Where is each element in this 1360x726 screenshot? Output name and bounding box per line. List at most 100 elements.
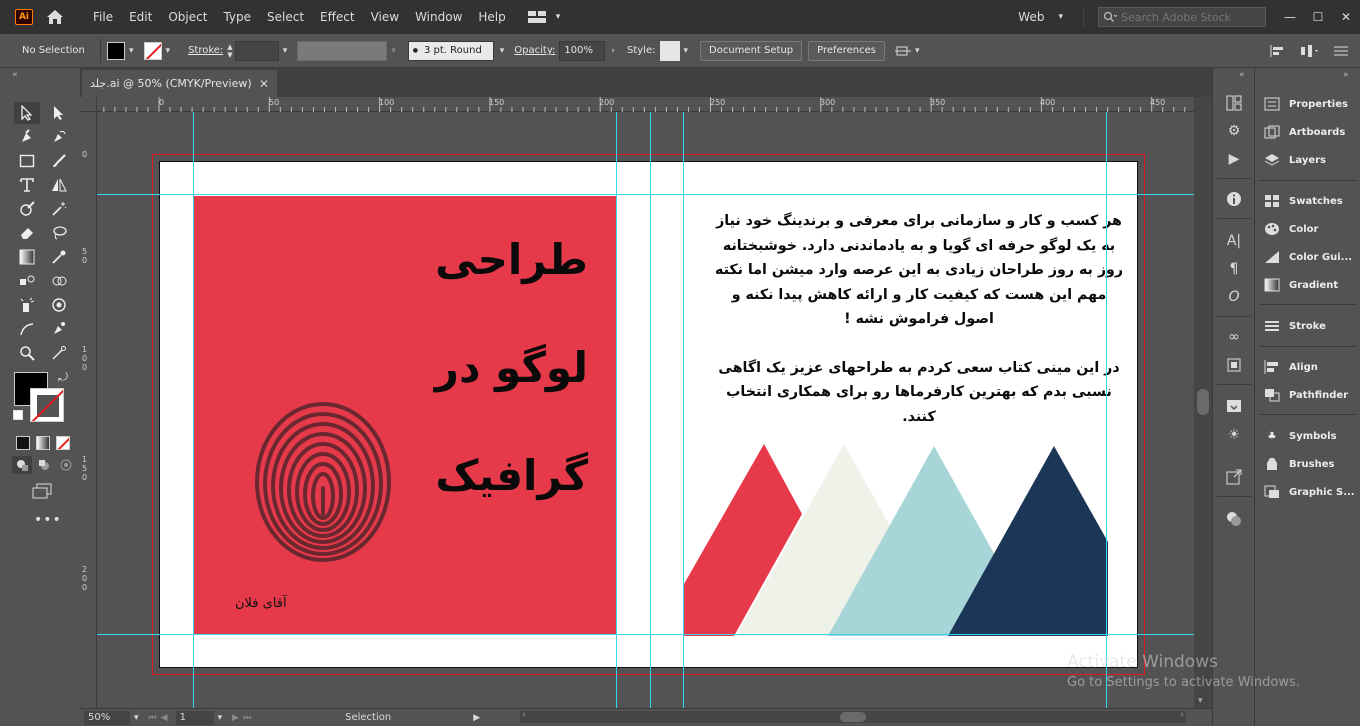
swap-fill-stroke-icon[interactable]: ⤾ — [58, 370, 68, 385]
eyedropper-alt-tool[interactable] — [46, 342, 72, 364]
scroll-right-icon[interactable]: › — [1180, 710, 1184, 720]
close-tab-icon[interactable]: ✕ — [259, 77, 269, 91]
opentype-icon[interactable]: O — [1223, 286, 1245, 308]
guide-vertical[interactable] — [1106, 112, 1107, 708]
color-mode-button[interactable] — [16, 436, 30, 450]
document-tab[interactable]: جلد.ai @ 50% (CMYK/Preview) ✕ — [82, 70, 277, 97]
panel-symbols[interactable]: ♣ Symbols — [1263, 426, 1337, 446]
document-setup-button[interactable]: Document Setup — [700, 40, 803, 61]
eraser-tool[interactable] — [14, 222, 40, 244]
puppet-warp-tool[interactable] — [46, 318, 72, 340]
panel-graphic-styles[interactable]: Graphic S... — [1263, 482, 1355, 502]
menu-object[interactable]: Object — [160, 0, 215, 34]
curvature-tool[interactable] — [46, 126, 72, 148]
more-tools-icon[interactable]: ••• — [34, 512, 62, 528]
shape-builder-tool[interactable] — [46, 270, 72, 292]
stroke-stepper[interactable]: ▲ ▼ — [227, 43, 232, 59]
scroll-thumb[interactable] — [840, 712, 866, 722]
width-tool[interactable] — [14, 318, 40, 340]
panel-gradient[interactable]: Gradient — [1263, 275, 1338, 295]
horizontal-ruler[interactable]: 0 50 100 150 200 250 300 350 400 450 — [97, 97, 1194, 112]
menu-type[interactable]: Type — [215, 0, 259, 34]
guide-horizontal[interactable] — [97, 194, 1194, 195]
reflect-tool[interactable] — [46, 174, 72, 196]
minimize-button[interactable]: — — [1276, 7, 1304, 27]
stroke-label[interactable]: Stroke: — [188, 45, 223, 56]
libraries-icon[interactable] — [1223, 92, 1245, 114]
chevron-down-icon[interactable]: ▾ — [129, 46, 134, 56]
character-icon[interactable]: A| — [1223, 230, 1245, 252]
asset-export-icon[interactable] — [1223, 394, 1245, 416]
shaper-tool[interactable] — [14, 198, 40, 220]
draw-normal-button[interactable] — [12, 456, 32, 474]
collapse-toolbar-icon[interactable]: « — [12, 70, 18, 80]
menu-help[interactable]: Help — [470, 0, 513, 34]
adobe-stock-search[interactable] — [1098, 7, 1266, 27]
image-trace-icon[interactable] — [1223, 354, 1245, 376]
author-name[interactable]: آقای فلان — [235, 596, 287, 611]
canvas[interactable]: طراحی لوگو در گرافیک آقای فلان هر کسب و … — [97, 112, 1194, 708]
panel-layers[interactable]: Layers — [1263, 150, 1326, 170]
screen-mode-button[interactable] — [30, 480, 56, 502]
vertical-ruler[interactable]: 0 5 0 1 0 0 1 5 0 2 0 0 — [80, 112, 97, 708]
search-input[interactable] — [1121, 10, 1261, 24]
gradient-tool[interactable] — [14, 246, 40, 268]
scroll-down-icon[interactable]: ▾ — [1198, 696, 1203, 706]
chevron-down-icon[interactable]: ▾ — [166, 46, 171, 56]
ruler-origin[interactable] — [80, 97, 97, 112]
menu-effect[interactable]: Effect — [312, 0, 363, 34]
distribute-icon[interactable] — [1300, 44, 1320, 58]
chevron-down-icon[interactable]: ▾ — [283, 46, 288, 56]
menu-select[interactable]: Select — [259, 0, 312, 34]
links-icon[interactable]: ∞ — [1223, 326, 1245, 348]
graphic-style-swatch[interactable] — [659, 40, 680, 61]
draw-inside-button[interactable] — [56, 456, 76, 474]
paragraph-icon[interactable]: ¶ — [1223, 258, 1245, 280]
panel-stroke[interactable]: Stroke — [1263, 316, 1326, 336]
opacity-input[interactable]: 100% — [559, 40, 606, 61]
chevron-down-icon[interactable]: ▾ — [684, 46, 689, 56]
close-window-button[interactable]: ✕ — [1332, 7, 1360, 27]
expand-panels-icon[interactable]: » — [1343, 70, 1349, 80]
stroke-weight-input[interactable] — [234, 40, 279, 61]
none-mode-button[interactable] — [56, 436, 70, 450]
selection-tool[interactable] — [14, 102, 40, 124]
direct-selection-tool[interactable] — [46, 102, 72, 124]
front-cover[interactable]: طراحی لوگو در گرافیک آقای فلان — [193, 196, 616, 634]
scroll-thumb[interactable] — [1197, 389, 1209, 415]
guide-vertical[interactable] — [650, 112, 651, 708]
menu-file[interactable]: File — [85, 0, 121, 34]
align-left-icon[interactable] — [1270, 44, 1286, 58]
mountains-illustration[interactable] — [684, 444, 1108, 636]
stroke-color-swatch[interactable] — [143, 41, 162, 60]
artboard-next-icons[interactable]: ▶⏭ — [232, 713, 255, 723]
preferences-button[interactable]: Preferences — [808, 40, 885, 61]
menu-edit[interactable]: Edit — [121, 0, 160, 34]
vertical-scrollbar[interactable]: ▾ — [1194, 97, 1212, 708]
chevron-down-icon[interactable]: ▾ — [500, 46, 505, 56]
panel-color[interactable]: Color — [1263, 219, 1318, 239]
chevron-down-icon[interactable]: ▾ — [391, 46, 396, 56]
panel-properties[interactable]: Properties — [1263, 94, 1348, 114]
workspace-switcher[interactable]: Web ▾ — [1018, 7, 1084, 27]
collapse-panels-icon[interactable]: « — [1239, 70, 1245, 80]
menu-window[interactable]: Window — [407, 0, 470, 34]
magic-wand-tool[interactable] — [46, 198, 72, 220]
variable-width-profile[interactable] — [297, 40, 388, 61]
opacity-label[interactable]: Opacity: — [514, 45, 555, 56]
play-icon[interactable]: ▶ — [1223, 148, 1245, 170]
guide-vertical[interactable] — [616, 112, 617, 708]
fill-color-swatch[interactable] — [107, 41, 125, 60]
scroll-left-icon[interactable]: ‹ — [522, 710, 526, 720]
guide-vertical[interactable] — [193, 112, 194, 708]
pen-tool[interactable] — [14, 126, 40, 148]
lasso-tool[interactable] — [46, 222, 72, 244]
paintbrush-tool[interactable] — [46, 150, 72, 172]
rectangle-tool[interactable] — [14, 150, 40, 172]
zoom-level[interactable]: 50% — [84, 710, 130, 725]
panel-brushes[interactable]: Brushes — [1263, 454, 1334, 474]
maximize-button[interactable]: ☐ — [1304, 7, 1332, 27]
artboard[interactable]: طراحی لوگو در گرافیک آقای فلان هر کسب و … — [159, 161, 1138, 668]
menu-view[interactable]: View — [363, 0, 407, 34]
illustrator-logo[interactable]: Ai — [15, 9, 33, 25]
